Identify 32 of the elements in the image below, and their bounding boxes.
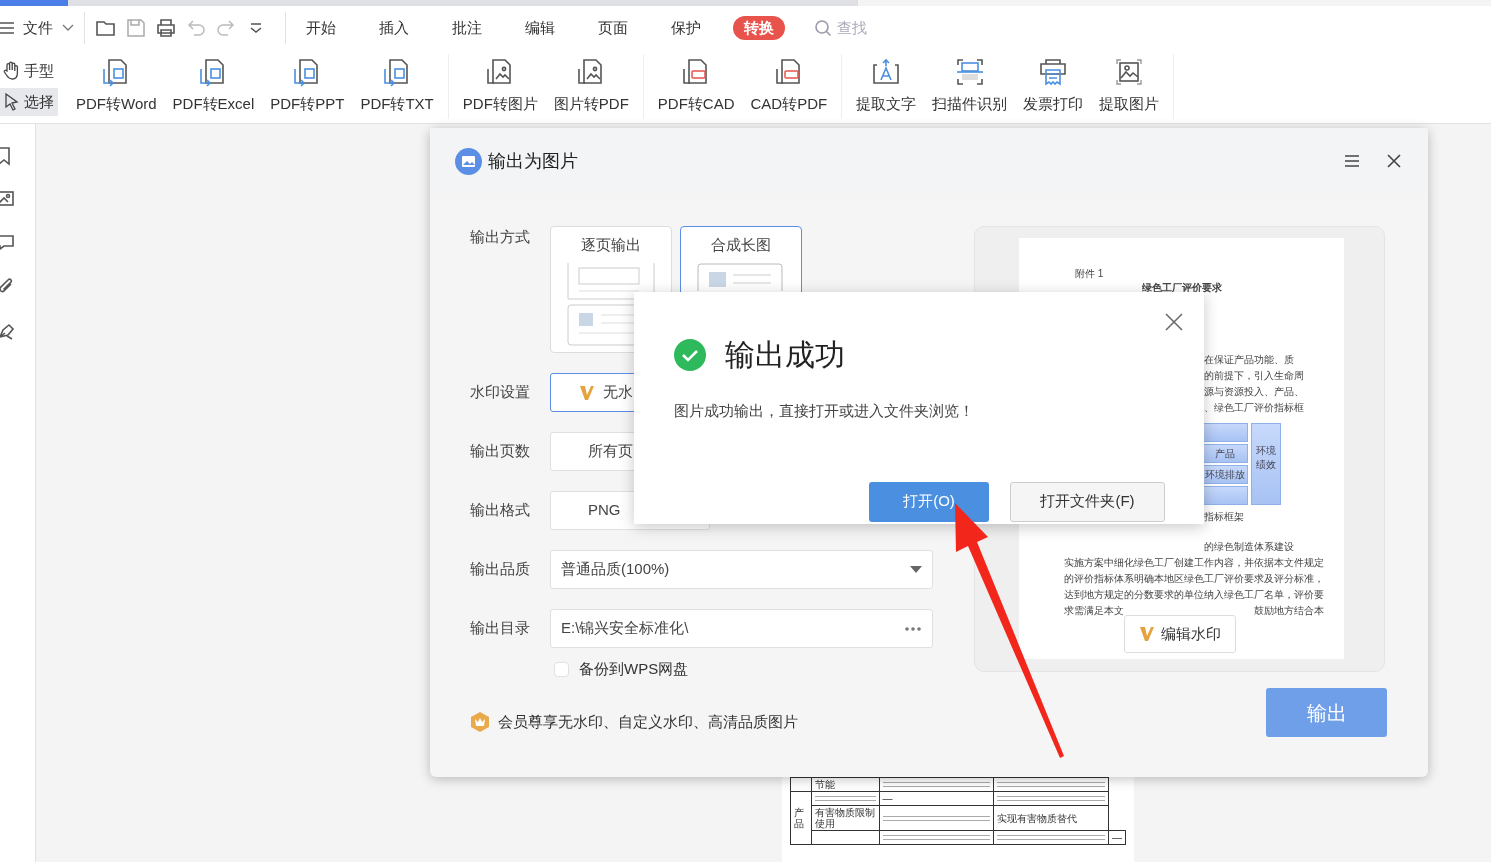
field-label: 输出目录 — [470, 618, 531, 639]
field-label: 输出格式 — [470, 500, 531, 521]
field-label: 输出方式 — [470, 227, 531, 247]
checkbox-label: 备份到WPS网盘 — [579, 659, 689, 679]
document-text: 的前提下，引入生命周 — [1204, 370, 1304, 381]
document-text: 实施方案中细化绿色工厂创建工作内容，并依据本文件规定 — [1064, 557, 1324, 568]
dialog-title: 输出为图片 — [488, 149, 578, 173]
document-text: 附件 1 — [1075, 268, 1104, 279]
field-label: 输出品质 — [470, 559, 531, 580]
document-text: 求需满足本文 — [1064, 604, 1124, 618]
diagram-label: 环境 — [1255, 444, 1277, 458]
document-text: 在保证产品功能、质 — [1204, 354, 1294, 365]
diagram-box: 环境排放 — [1202, 465, 1248, 484]
diagram-label: 绩效 — [1255, 458, 1277, 472]
document-text: 鼓励地方结合本 — [1254, 604, 1324, 618]
field-label: 水印设置 — [470, 382, 531, 403]
diagram-caption: 指标框架 — [1204, 511, 1244, 522]
document-text: 的评价指标体系明确本地区绿色工厂评价要求及评分标准， — [1064, 573, 1324, 584]
table-cell: 有害物质限制使用 — [815, 807, 876, 829]
table-cell: 节能 — [815, 779, 836, 790]
table-cell: 产品 — [794, 807, 804, 829]
table-cell: — — [1112, 832, 1122, 843]
document-text: 的绿色制造体系建设 — [1204, 541, 1294, 552]
field-label: 输出页数 — [470, 441, 531, 462]
table-cell: 实现有害物质替代 — [997, 812, 1078, 824]
table-cell: — — [882, 793, 893, 804]
document-heading: 绿色工厂评价要求 — [1141, 282, 1222, 293]
document-text: 源与资源投入、产品、 — [1204, 386, 1304, 397]
diagram-box: 产品 — [1202, 444, 1248, 463]
member-note: 会员尊享无水印、自定义水印、高清品质图片 — [498, 711, 798, 732]
document-text: 、绿色工厂评价指标框 — [1204, 402, 1304, 413]
document-text: 达到地方规定的分数要求的单位纳入绿色工厂名单，评价要 — [1064, 589, 1324, 600]
